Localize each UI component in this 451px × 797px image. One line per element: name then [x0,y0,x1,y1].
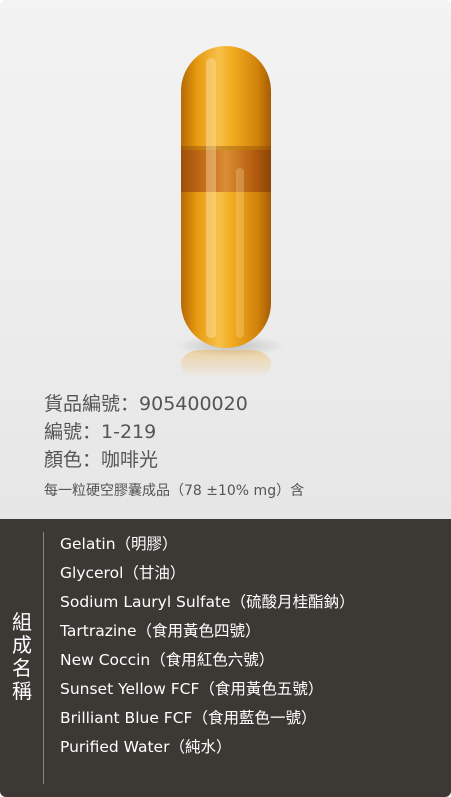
product-color-row: 顏色：咖啡光 [44,446,304,474]
composition-divider [43,532,44,784]
product-code-label: 貨品編號： [44,393,140,415]
ingredient-item: Brilliant Blue FCF（食用藍色一號） [60,709,317,727]
ingredient-item: Sunset Yellow FCF（食用黃色五號） [60,680,324,698]
capsule-content-note: 每一粒硬空膠囊成品（78 ±10% mg）含 [44,483,305,499]
ingredient-item: Tartrazine（食用黃色四號） [60,622,261,640]
ingredient-item: Gelatin（明膠） [60,535,178,553]
ingredient-item: Glycerol（甘油） [60,564,186,582]
product-number-label: 編號： [44,421,102,443]
composition-label-char: 成 [12,633,32,657]
product-number-row: 編號：1-219 [44,418,304,446]
product-card: 貨品編號：905400020 編號：1-219 顏色：咖啡光 每一粒硬空膠囊成品… [0,0,451,797]
product-image-panel: 貨品編號：905400020 編號：1-219 顏色：咖啡光 每一粒硬空膠囊成品… [0,0,451,519]
composition-label-char: 稱 [12,679,32,703]
composition-label-char: 名 [12,656,32,680]
composition-label-char: 組 [12,610,32,634]
ingredient-item: Sodium Lauryl Sulfate（硫酸月桂酯鈉） [60,593,355,611]
product-code-row: 貨品編號：905400020 [44,390,304,418]
capsule-image [150,38,310,378]
ingredient-list: Gelatin（明膠） Glycerol（甘油） Sodium Lauryl S… [60,530,355,762]
product-number-value: 1-219 [101,421,157,443]
ingredient-item: Purified Water（純水） [60,738,232,756]
composition-panel: 組 成 名 稱 Gelatin（明膠） Glycerol（甘油） Sodium … [0,519,451,797]
composition-label: 組 成 名 稱 [10,611,34,703]
ingredient-item: New Coccin（食用紅色六號） [60,651,275,669]
product-code-value: 905400020 [139,393,248,415]
product-color-label: 顏色： [44,449,102,471]
product-info: 貨品編號：905400020 編號：1-219 顏色：咖啡光 每一粒硬空膠囊成品… [44,390,304,500]
product-color-value: 咖啡光 [101,449,159,471]
